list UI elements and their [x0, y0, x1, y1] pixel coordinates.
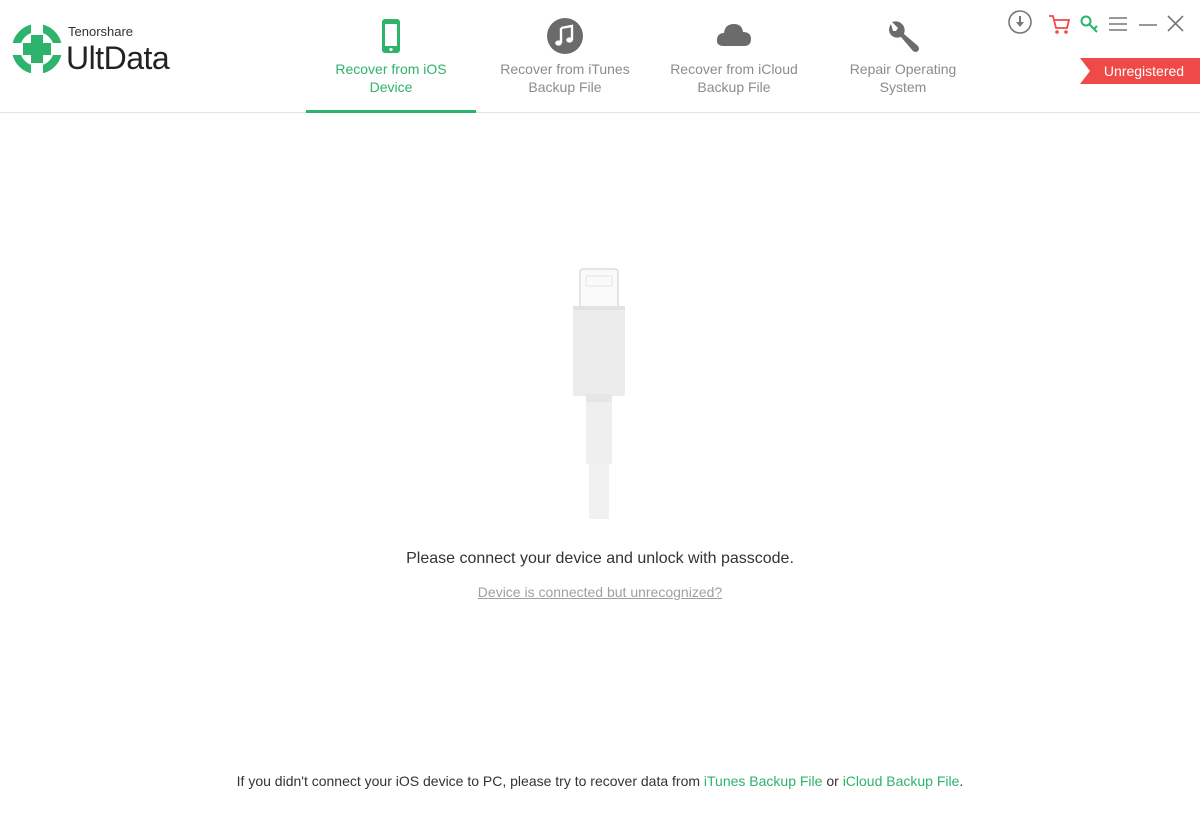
music-note-icon	[547, 18, 583, 54]
minimize-icon[interactable]	[1134, 10, 1162, 38]
close-icon[interactable]	[1162, 10, 1190, 38]
tab-recover-itunes-backup[interactable]: Recover from iTunes Backup File	[480, 0, 650, 112]
cart-icon[interactable]	[1046, 10, 1074, 38]
connect-device-prompt: Please connect your device and unlock wi…	[406, 550, 794, 567]
wrench-icon	[889, 21, 919, 52]
company-name: Tenorshare	[68, 24, 134, 39]
tab-label: Recover from iTunes Backup File	[500, 61, 630, 95]
tab-recover-ios-device[interactable]: Recover from iOS Device	[306, 0, 476, 113]
key-icon[interactable]	[1076, 10, 1104, 38]
footer-text: .	[959, 773, 964, 789]
lightning-cable-illustration	[573, 268, 625, 519]
tab-label: Repair Operating System	[849, 61, 957, 95]
tab-recover-icloud-backup[interactable]: Recover from iCloud Backup File	[649, 0, 819, 112]
itunes-backup-link[interactable]: iTunes Backup File	[704, 773, 823, 789]
ultdata-logo-icon	[12, 24, 62, 74]
phone-icon	[382, 19, 400, 53]
tab-repair-operating-system[interactable]: Repair Operating System	[818, 0, 988, 112]
tab-label: Recover from iCloud Backup File	[670, 61, 798, 95]
tab-label: Recover from iOS Device	[335, 61, 447, 95]
menu-icon[interactable]	[1104, 10, 1132, 38]
icloud-backup-link[interactable]: iCloud Backup File	[843, 773, 960, 789]
footer-text: If you didn't connect your iOS device to…	[236, 773, 704, 789]
unregistered-badge[interactable]: Unregistered	[1080, 58, 1200, 84]
product-name: UltData	[66, 40, 170, 76]
app-header: Tenorshare UltData Recover from iOS Devi…	[0, 0, 1200, 113]
footer-text: or	[822, 773, 843, 789]
footer-hint: If you didn't connect your iOS device to…	[0, 773, 1200, 789]
download-icon[interactable]	[1006, 10, 1034, 38]
cloud-icon	[716, 24, 751, 46]
device-unrecognized-link[interactable]: Device is connected but unrecognized?	[0, 584, 1200, 600]
